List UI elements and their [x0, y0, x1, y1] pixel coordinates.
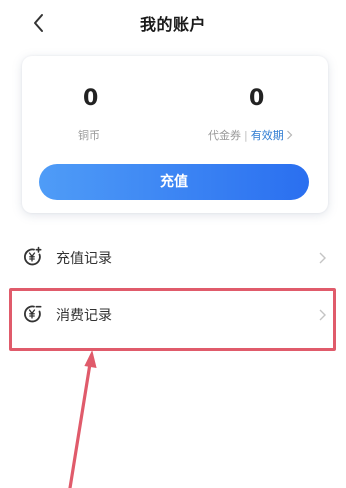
account-balance-card: 0 铜币 0 代金券 | 有效期 充值 [22, 56, 328, 213]
copper-value: 0 [83, 86, 99, 111]
voucher-value: 0 [249, 86, 265, 111]
highlight-annotation-box [9, 288, 336, 351]
yuan-coin-icon [22, 246, 44, 268]
label-separator: | [244, 129, 248, 142]
recharge-record-item[interactable]: 充值记录 [0, 235, 346, 279]
voucher-label-row: 代金券 | 有效期 [208, 127, 293, 143]
top-bar: 我的账户 [0, 0, 346, 46]
voucher-balance: 0 代金券 | 有效期 [172, 56, 328, 146]
copper-label: 铜币 [78, 129, 100, 142]
validity-link[interactable]: 有效期 [251, 129, 284, 142]
copper-balance: 0 铜币 [22, 56, 162, 146]
voucher-label: 代金券 [208, 129, 241, 142]
chevron-right-icon [286, 130, 293, 143]
recharge-button[interactable]: 充值 [39, 164, 309, 200]
chevron-right-icon [317, 250, 327, 264]
recharge-record-label: 充值记录 [56, 251, 112, 267]
page-title: 我的账户 [139, 15, 206, 34]
